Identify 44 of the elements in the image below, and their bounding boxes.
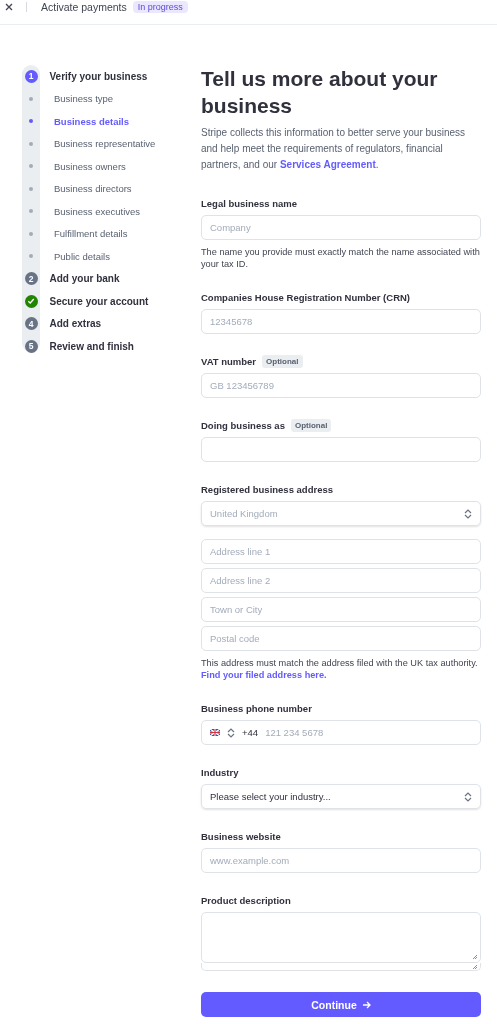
chevron-icon xyxy=(464,508,472,519)
page-title: Activate payments xyxy=(41,1,127,13)
flag-icon[interactable] xyxy=(210,729,220,736)
phone-field[interactable]: +44 121 234 5678 xyxy=(201,720,481,745)
substep-link[interactable]: Business details xyxy=(54,115,129,127)
substep-link[interactable]: Fulfillment details xyxy=(54,228,128,240)
close-icon[interactable] xyxy=(5,3,13,11)
field-label: Registered business address xyxy=(201,483,333,495)
step-label[interactable]: Add your bank xyxy=(49,273,120,285)
continue-button[interactable]: Continue xyxy=(201,992,481,1017)
substep-link[interactable]: Business owners xyxy=(54,160,126,172)
field-label: Industry xyxy=(201,766,239,778)
field-label: Business website xyxy=(201,830,281,842)
field-label: Companies House Registration Number (CRN) xyxy=(201,291,411,303)
agreement-link[interactable]: Services Agreement xyxy=(279,159,376,170)
chevron-icon xyxy=(464,791,472,802)
field-label: Doing business as xyxy=(201,419,285,431)
input-field[interactable] xyxy=(201,437,481,462)
industry-select[interactable]: Please select your industry... xyxy=(201,784,481,809)
resize-icon[interactable] xyxy=(472,964,478,970)
substep-link[interactable]: Business executives xyxy=(54,205,141,217)
help-text: The name you provide must exactly match the name associated with your tax ID. xyxy=(201,246,481,270)
help-text: This address must match the address filed with the UK tax authority. xyxy=(201,657,479,669)
arrow-right-icon xyxy=(361,1000,371,1009)
resize-icon[interactable] xyxy=(472,954,478,960)
field-label: Product description xyxy=(201,894,291,906)
field-label: Legal business name xyxy=(201,197,298,209)
step-label[interactable]: Review and finish xyxy=(49,340,134,352)
intro-text: Stripe collects this information to better serve your business and help meet the requirements of regulators, financial partners, and our Services Agreement. xyxy=(201,126,466,172)
address-link[interactable]: Find your filed address here. xyxy=(201,670,327,680)
field-label: Business phone number xyxy=(201,702,312,714)
substep-link[interactable]: Business directors xyxy=(54,183,132,195)
substep-link[interactable]: Business type xyxy=(54,93,114,105)
substep-link[interactable]: Public details xyxy=(54,250,110,262)
step-label[interactable]: Verify your business xyxy=(49,70,148,82)
substep-link[interactable]: Business representative xyxy=(54,138,156,150)
optional-badge: Optional xyxy=(290,418,332,432)
optional-badge: Optional xyxy=(262,354,303,368)
step-label[interactable]: Add extras xyxy=(49,318,102,330)
chevron-icon xyxy=(227,727,235,738)
step-label[interactable]: Secure your account xyxy=(49,295,149,307)
form-title: Tell us more about your business xyxy=(201,66,439,119)
field-label: VAT number xyxy=(201,355,257,367)
status-badge: In progress xyxy=(132,1,188,13)
